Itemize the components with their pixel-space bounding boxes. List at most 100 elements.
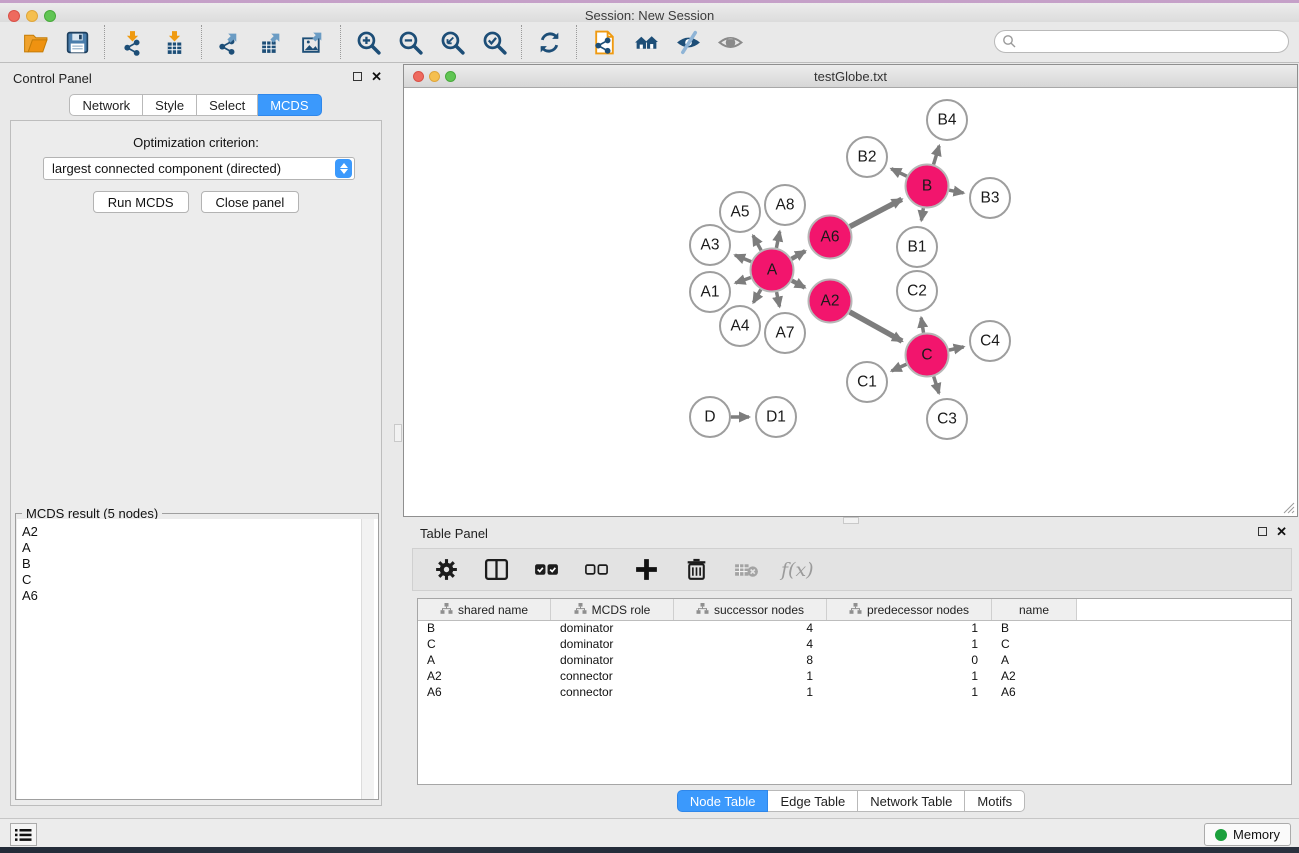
tab-select[interactable]: Select xyxy=(197,94,258,116)
deselect-all-button[interactable] xyxy=(581,554,611,586)
edge-A-A6[interactable] xyxy=(792,251,806,259)
zoom-in-button[interactable] xyxy=(351,26,385,58)
edge-B-B2[interactable] xyxy=(891,169,906,176)
add-column-button[interactable] xyxy=(631,554,661,586)
column-header-MCDS-role[interactable]: MCDS role xyxy=(551,599,674,620)
tab-network-table[interactable]: Network Table xyxy=(858,790,965,812)
vertical-split-grip[interactable] xyxy=(394,424,402,442)
edge-C-C1[interactable] xyxy=(892,364,907,371)
node-A1[interactable]: A1 xyxy=(690,272,730,312)
node-B[interactable]: B xyxy=(906,165,949,208)
result-list-item[interactable]: A6 xyxy=(22,588,378,604)
edge-A-A8[interactable] xyxy=(776,231,779,247)
column-header-shared-name[interactable]: shared name xyxy=(418,599,551,620)
tab-node-table[interactable]: Node Table xyxy=(677,790,769,812)
edge-C-C3[interactable] xyxy=(934,376,939,393)
node-B2[interactable]: B2 xyxy=(847,137,887,177)
close-panel-icon[interactable]: ✕ xyxy=(371,72,382,81)
open-session-button[interactable] xyxy=(18,26,52,58)
table-row[interactable]: Cdominator41C xyxy=(418,637,1291,653)
result-list-item[interactable]: C xyxy=(22,572,378,588)
hide-panels-button[interactable] xyxy=(671,26,705,58)
node-D[interactable]: D xyxy=(690,397,730,437)
select-all-button[interactable] xyxy=(531,554,561,586)
result-list-item[interactable]: B xyxy=(22,556,378,572)
export-table-button[interactable] xyxy=(254,26,288,58)
column-header-successor-nodes[interactable]: successor nodes xyxy=(674,599,827,620)
search-input[interactable] xyxy=(994,30,1289,53)
node-C2[interactable]: C2 xyxy=(897,271,937,311)
delete-table-button[interactable] xyxy=(731,554,761,586)
node-A4[interactable]: A4 xyxy=(720,306,760,346)
edge-A2-C[interactable] xyxy=(850,312,902,341)
zoom-out-button[interactable] xyxy=(393,26,427,58)
zoom-fit-button[interactable] xyxy=(435,26,469,58)
node-A[interactable]: A xyxy=(751,249,794,292)
tab-mcds[interactable]: MCDS xyxy=(258,94,321,116)
node-A8[interactable]: A8 xyxy=(765,185,805,225)
horizontal-split-grip[interactable] xyxy=(843,517,859,524)
edge-B-B4[interactable] xyxy=(934,146,940,165)
edge-A-A3[interactable] xyxy=(735,255,751,261)
criterion-dropdown[interactable]: largest connected component (directed) xyxy=(43,157,355,180)
node-C[interactable]: C xyxy=(906,334,949,377)
node-A3[interactable]: A3 xyxy=(690,225,730,265)
table-row[interactable]: Adominator80A xyxy=(418,653,1291,669)
edge-B-B3[interactable] xyxy=(949,190,963,193)
node-C1[interactable]: C1 xyxy=(847,362,887,402)
edge-A-A7[interactable] xyxy=(777,292,780,307)
node-A6[interactable]: A6 xyxy=(809,216,852,259)
float-table-panel-icon[interactable] xyxy=(1258,527,1267,536)
tab-style[interactable]: Style xyxy=(143,94,197,116)
node-A7[interactable]: A7 xyxy=(765,313,805,353)
import-network-button[interactable] xyxy=(115,26,149,58)
tab-motifs[interactable]: Motifs xyxy=(965,790,1025,812)
delete-column-button[interactable] xyxy=(681,554,711,586)
edge-A-A5[interactable] xyxy=(753,236,761,251)
result-scrollbar[interactable] xyxy=(361,519,374,799)
node-B1[interactable]: B1 xyxy=(897,227,937,267)
export-network-button[interactable] xyxy=(212,26,246,58)
node-B3[interactable]: B3 xyxy=(970,178,1010,218)
table-row[interactable]: A6connector11A6 xyxy=(418,685,1291,701)
result-list-item[interactable]: A xyxy=(22,540,378,556)
edge-A-A2[interactable] xyxy=(792,281,805,288)
close-panel-button[interactable]: Close panel xyxy=(201,191,300,213)
table-row[interactable]: Bdominator41B xyxy=(418,621,1291,637)
horizontal-split-divider[interactable] xyxy=(403,517,1299,524)
save-session-button[interactable] xyxy=(60,26,94,58)
show-eye-button[interactable] xyxy=(713,26,747,58)
table-row[interactable]: A2connector11A2 xyxy=(418,669,1291,685)
gear-button[interactable] xyxy=(431,554,461,586)
edge-C-C4[interactable] xyxy=(949,347,964,350)
tab-edge-table[interactable]: Edge Table xyxy=(768,790,858,812)
mcds-result-list[interactable]: A2ABCA6 xyxy=(17,519,378,799)
float-panel-icon[interactable] xyxy=(353,72,362,81)
node-D1[interactable]: D1 xyxy=(756,397,796,437)
zoom-selected-button[interactable] xyxy=(477,26,511,58)
edge-A-A4[interactable] xyxy=(753,290,760,303)
run-mcds-button[interactable]: Run MCDS xyxy=(93,191,189,213)
node-C3[interactable]: C3 xyxy=(927,399,967,439)
network-canvas[interactable]: B4B2BB3A8A5A6A3B1AC2A1A2A4A7C4CC1DD1C3 xyxy=(404,88,1297,516)
node-A5[interactable]: A5 xyxy=(720,192,760,232)
resize-grip-icon[interactable] xyxy=(1282,501,1295,514)
node-A2[interactable]: A2 xyxy=(809,280,852,323)
memory-button[interactable]: Memory xyxy=(1204,823,1291,846)
close-table-panel-icon[interactable]: ✕ xyxy=(1276,527,1287,536)
edge-B-B1[interactable] xyxy=(921,208,923,220)
edge-C-C2[interactable] xyxy=(921,318,923,333)
split-columns-button[interactable] xyxy=(481,554,511,586)
result-list-item[interactable]: A2 xyxy=(22,524,378,540)
network-from-file-button[interactable] xyxy=(587,26,621,58)
column-header-name[interactable]: name xyxy=(992,599,1077,620)
refresh-layout-button[interactable] xyxy=(532,26,566,58)
node-C4[interactable]: C4 xyxy=(970,321,1010,361)
home-button[interactable] xyxy=(629,26,663,58)
edge-A-A1[interactable] xyxy=(735,278,750,283)
import-table-button[interactable] xyxy=(157,26,191,58)
export-image-button[interactable] xyxy=(296,26,330,58)
edge-A6-B[interactable] xyxy=(850,199,902,226)
tab-network[interactable]: Network xyxy=(69,94,143,116)
column-header-predecessor-nodes[interactable]: predecessor nodes xyxy=(827,599,992,620)
